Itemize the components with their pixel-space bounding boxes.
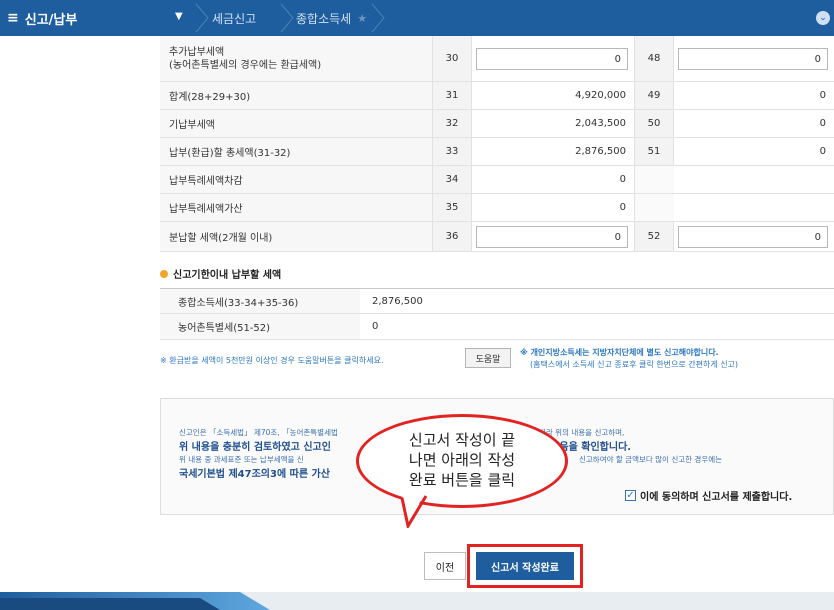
top-nav-bar: ≡ 신고/납부 ▼ 세금신고 종합소득세 ★ ⌄ — [0, 0, 834, 36]
additional-tax-input[interactable] — [476, 48, 628, 70]
table-row: 납부특례세액차감 34 0 — [160, 166, 834, 194]
table-row: 납부특례세액가산 35 0 — [160, 194, 834, 222]
table-row: 납부(환급)할 총세액(31-32) 33 2,876,500 51 0 — [160, 138, 834, 166]
table-row: 추가납부세액 (농어촌특별세의 경우에는 환급세액) 30 48 — [160, 36, 834, 82]
callout-text: 신고서 작성이 끝 나면 아래의 작성 완료 버튼을 클릭 — [408, 431, 516, 489]
row-value: 0 — [819, 90, 826, 101]
table-row: 기납부세액 32 2,043,500 50 0 — [160, 110, 834, 138]
row-value: 0 — [619, 202, 626, 213]
hamburger-icon: ≡ — [7, 10, 19, 26]
row-label: 농어촌특별세(51-52) — [160, 314, 360, 339]
bullet-icon — [160, 269, 168, 278]
refund-note: ※ 환급받을 세액이 5천만원 이상인 경우 도움말버튼을 클릭하세요. — [160, 356, 384, 365]
row-label: 납부(환급)할 총세액(31-32) — [169, 148, 291, 159]
previous-button[interactable]: 이전 — [424, 552, 466, 580]
row-value: 2,043,500 — [575, 118, 626, 129]
breadcrumb-tax-filing[interactable]: 세금신고 — [212, 0, 256, 36]
table-row: 종합소득세(33-34+35-36) 2,876,500 — [160, 288, 834, 314]
dropdown-arrow-icon[interactable]: ▼ — [175, 11, 183, 22]
row-code: 34 — [432, 166, 472, 193]
callout-tail — [400, 494, 428, 528]
help-button[interactable]: 도움말 — [465, 348, 511, 368]
decorative-band — [0, 592, 834, 610]
empty-cell — [634, 194, 674, 221]
row-label: 기납부세액 — [169, 120, 215, 131]
additional-tax-rural-input[interactable] — [678, 48, 828, 70]
local-tax-note: ※ 개인지방소득세는 지방자치단체에 별도 신고해야합니다. (홈택스에서 소득… — [520, 348, 739, 369]
row-value: 2,876,500 — [575, 146, 626, 157]
row-value: 4,920,000 — [575, 90, 626, 101]
row-code: 48 — [634, 36, 674, 81]
row-label: 합계(28+29+30) — [169, 92, 251, 103]
row-code: 35 — [432, 194, 472, 221]
row-label: 분납할 세액(2개월 이내) — [169, 233, 273, 244]
row-code: 31 — [432, 82, 472, 109]
checkbox-checked-icon[interactable]: ✓ — [625, 490, 636, 501]
row-value: 0 — [619, 174, 626, 185]
agree-checkbox[interactable]: ✓ 이에 동의하며 신고서를 제출합니다. — [625, 488, 792, 503]
row-code: 50 — [634, 110, 674, 137]
installment-tax-input[interactable] — [476, 226, 628, 248]
row-code: 52 — [634, 222, 674, 251]
row-label: 추가납부세액 (농어촌특별세의 경우에는 환급세액) — [169, 46, 322, 71]
row-label: 납부특례세액가산 — [169, 204, 243, 215]
table-row: 합계(28+29+30) 31 4,920,000 49 0 — [160, 82, 834, 110]
row-value: 0 — [819, 118, 826, 129]
row-code: 49 — [634, 82, 674, 109]
row-label: 납부특례세액차감 — [169, 176, 243, 187]
row-code: 51 — [634, 138, 674, 165]
row-code: 36 — [432, 222, 472, 251]
breadcrumb-separator-icon — [195, 3, 209, 33]
installment-rural-tax-input[interactable] — [678, 226, 828, 248]
row-code: 30 — [432, 36, 472, 81]
row-value: 0 — [372, 321, 379, 332]
menu-label: 신고/납부 — [24, 12, 78, 28]
collapse-icon[interactable]: ⌄ — [816, 11, 830, 25]
row-label: 종합소득세(33-34+35-36) — [160, 289, 360, 313]
menu-button[interactable]: ≡ 신고/납부 — [7, 0, 77, 36]
row-value: 0 — [819, 146, 826, 157]
table-row: 농어촌특별세(51-52) 0 — [160, 314, 834, 340]
row-value: 2,876,500 — [372, 295, 423, 307]
breadcrumb-separator-icon — [371, 3, 385, 33]
section-title: 신고기한이내 납부할 세액 — [160, 266, 281, 281]
row-code: 33 — [432, 138, 472, 165]
table-row: 분납할 세액(2개월 이내) 36 52 — [160, 222, 834, 252]
row-code: 32 — [432, 110, 472, 137]
empty-cell — [634, 166, 674, 193]
submit-return-button[interactable]: 신고서 작성완료 — [476, 552, 574, 580]
breadcrumb-income-tax[interactable]: 종합소득세 ★ — [296, 0, 367, 36]
